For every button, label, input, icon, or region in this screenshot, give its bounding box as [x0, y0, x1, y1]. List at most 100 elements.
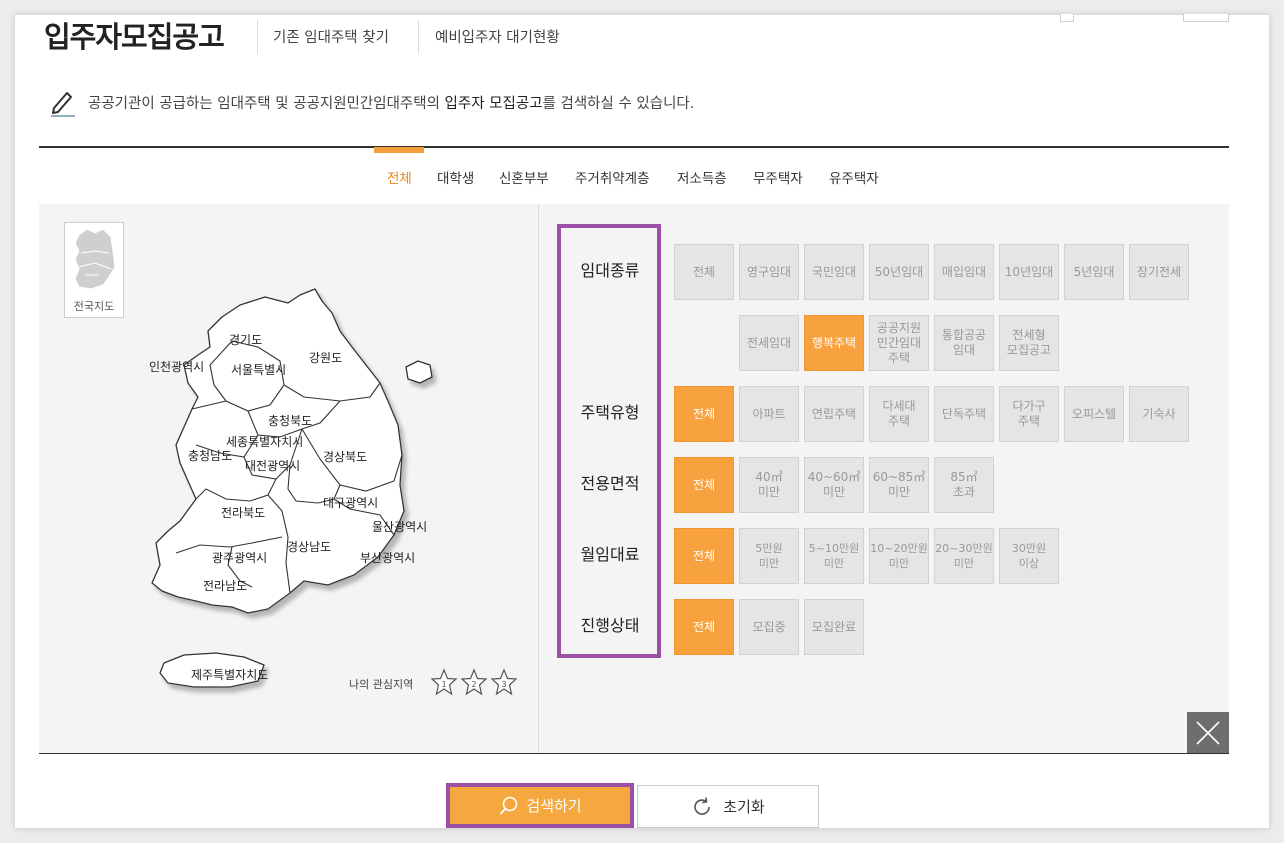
status-option-recruiting[interactable]: 모집중: [739, 599, 799, 655]
refresh-icon: [694, 796, 711, 815]
region-gangwon[interactable]: 강원도: [309, 349, 342, 366]
interest-region-label: 나의 관심지역: [349, 678, 414, 691]
star-icon[interactable]: 3: [490, 668, 518, 696]
rental-option-10yr[interactable]: 10년임대: [999, 244, 1059, 300]
top-control[interactable]: [1060, 14, 1074, 22]
area-option-60-85[interactable]: 60~85㎡ 미만: [869, 457, 929, 513]
rental-option-purchase[interactable]: 매입임대: [934, 244, 994, 300]
rental-option-all[interactable]: 전체: [674, 244, 734, 300]
page-description: 공공기관이 공급하는 임대주택 및 공공지원민간임대주택의 입주자 모집공고를 …: [88, 92, 694, 113]
tab-university[interactable]: 대학생: [437, 167, 474, 187]
panel-bottom-border: [39, 753, 1229, 754]
link-waitlist-status[interactable]: 예비입주자 대기현황: [435, 26, 560, 47]
rental-option-jeonse-notice[interactable]: 전세형 모집공고: [999, 315, 1059, 371]
status-option-all[interactable]: 전체: [674, 599, 734, 655]
rent-option-all[interactable]: 전체: [674, 528, 734, 584]
label-rental-type: 임대종류: [580, 261, 640, 280]
search-button[interactable]: 검색하기: [446, 783, 634, 828]
active-tab-indicator: [374, 147, 424, 153]
category-highlight-box: [557, 224, 661, 658]
header-divider: [257, 20, 258, 54]
rental-option-5yr[interactable]: 5년임대: [1064, 244, 1124, 300]
tab-vulnerable[interactable]: 주거취약계층: [575, 167, 650, 187]
nationwide-label: 전국지도: [73, 300, 115, 313]
region-busan[interactable]: 부산광역시: [360, 549, 415, 566]
search-icon: [500, 796, 518, 815]
region-incheon[interactable]: 인천광역시: [149, 358, 204, 375]
housing-option-dormitory[interactable]: 기숙사: [1129, 386, 1189, 442]
label-status: 진행상태: [580, 616, 640, 635]
region-gyeongnam[interactable]: 경상남도: [287, 538, 331, 555]
tab-all[interactable]: 전체: [387, 167, 412, 187]
status-option-closed[interactable]: 모집완료: [804, 599, 864, 655]
region-gyeongbuk[interactable]: 경상북도: [323, 448, 367, 465]
star-number: 3: [501, 680, 506, 689]
region-sejong[interactable]: 세종특별자치시: [226, 433, 303, 450]
link-existing-rental[interactable]: 기존 임대주택 찾기: [273, 26, 389, 47]
region-chungnam[interactable]: 충청남도: [188, 447, 232, 464]
star-icon[interactable]: 1: [430, 668, 458, 696]
rent-option-over-30[interactable]: 30만원 이상: [999, 528, 1059, 584]
header-divider: [418, 20, 419, 54]
star-number: 2: [471, 680, 476, 689]
area-option-under-40[interactable]: 40㎡ 미만: [739, 457, 799, 513]
rental-option-national[interactable]: 국민임대: [804, 244, 864, 300]
reset-button[interactable]: 초기화: [637, 785, 819, 828]
description-text: 공공기관이 공급하는 임대주택 및 공공지원민간임대주택의: [88, 96, 445, 112]
rental-option-jeonse[interactable]: 전세임대: [739, 315, 799, 371]
housing-option-multiplex[interactable]: 다세대 주택: [869, 386, 929, 442]
rent-option-10-20[interactable]: 10~20만원 미만: [869, 528, 929, 584]
rent-option-under-5[interactable]: 5만원 미만: [739, 528, 799, 584]
reset-button-label: 초기화: [723, 798, 765, 816]
tab-low-income[interactable]: 저소득층: [677, 167, 727, 187]
top-control[interactable]: [1183, 14, 1229, 22]
close-button[interactable]: [1187, 712, 1229, 754]
region-seoul[interactable]: 서울특별시: [231, 361, 286, 378]
close-icon: [1196, 721, 1220, 745]
region-chungbuk[interactable]: 충청북도: [268, 412, 312, 429]
housing-option-detached[interactable]: 단독주택: [934, 386, 994, 442]
rental-option-long-term-jeonse[interactable]: 장기전세: [1129, 244, 1189, 300]
region-gyeonggi[interactable]: 경기도: [229, 331, 262, 348]
area-option-over-85[interactable]: 85㎡ 초과: [934, 457, 994, 513]
label-rent: 월임대료: [580, 545, 640, 564]
rental-option-permanent[interactable]: 영구임대: [739, 244, 799, 300]
ulleung-shape: [405, 360, 433, 384]
star-icon[interactable]: 2: [460, 668, 488, 696]
rental-option-integrated[interactable]: 통합공공 임대: [934, 315, 994, 371]
tab-newlywed[interactable]: 신혼부부: [499, 167, 549, 187]
rental-option-public-private[interactable]: 공공지원 민간임대 주택: [869, 315, 929, 371]
rental-option-happy-housing[interactable]: 행복주택: [804, 315, 864, 371]
rental-option-50yr[interactable]: 50년임대: [869, 244, 929, 300]
rent-option-20-30[interactable]: 20~30만원 미만: [934, 528, 994, 584]
region-daegu[interactable]: 대구광역시: [323, 494, 378, 511]
rent-option-5-10[interactable]: 5~10만원 미만: [804, 528, 864, 584]
pencil-icon: [51, 92, 75, 117]
korea-map: [151, 288, 433, 688]
housing-option-multi-family[interactable]: 다가구 주택: [999, 386, 1059, 442]
description-highlight: 입주자 모집공고: [444, 96, 543, 112]
housing-option-all[interactable]: 전체: [674, 386, 734, 442]
search-button-label: 검색하기: [526, 797, 582, 815]
housing-option-apartment[interactable]: 아파트: [739, 386, 799, 442]
area-option-40-60[interactable]: 40~60㎡ 미만: [804, 457, 864, 513]
region-jeju[interactable]: 제주특별자치도: [191, 666, 268, 683]
region-daejeon[interactable]: 대전광역시: [245, 457, 300, 474]
region-gwangju[interactable]: 광주광역시: [212, 549, 267, 566]
description-text: 를 검색하실 수 있습니다.: [542, 96, 695, 112]
tab-homeless[interactable]: 무주택자: [753, 167, 803, 187]
tab-homeowner[interactable]: 유주택자: [829, 167, 879, 187]
housing-option-townhouse[interactable]: 연립주택: [804, 386, 864, 442]
area-option-all[interactable]: 전체: [674, 457, 734, 513]
korea-thumbnail-icon: [74, 228, 116, 290]
star-number: 1: [441, 680, 446, 689]
tab-divider: [39, 146, 1229, 148]
region-jeonbuk[interactable]: 전라북도: [221, 504, 265, 521]
label-housing-type: 주택유형: [580, 403, 640, 422]
label-area: 전용면적: [580, 474, 640, 493]
region-ulsan[interactable]: 울산광역시: [372, 518, 427, 535]
nationwide-map-button[interactable]: 전국지도: [64, 222, 124, 318]
housing-option-officetel[interactable]: 오피스텔: [1064, 386, 1124, 442]
region-jeonnam[interactable]: 전라남도: [203, 577, 247, 594]
page-title: 입주자모집공고: [44, 20, 225, 54]
